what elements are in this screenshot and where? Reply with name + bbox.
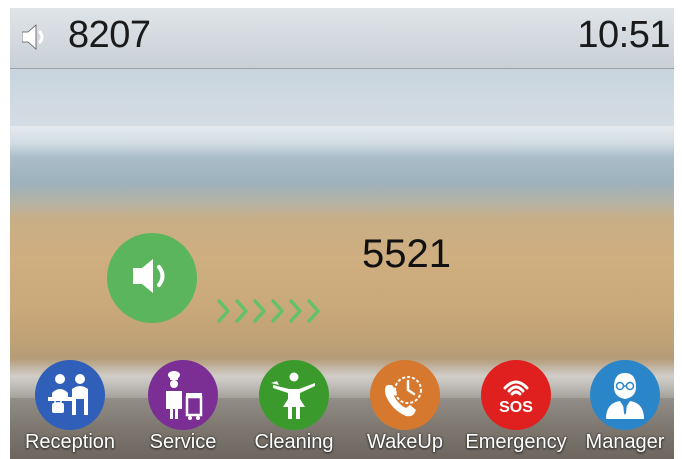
chevrons-icon [216, 298, 324, 331]
alarm-phone-icon [370, 360, 440, 430]
extension-number: 8207 [68, 14, 151, 56]
dock-label-emergency: Emergency [465, 431, 567, 453]
cleaning-icon [259, 360, 329, 430]
dock-label-cleaning: Cleaning [254, 431, 334, 453]
call-number: 5521 [362, 232, 451, 276]
dock-label-wakeup: WakeUp [367, 431, 443, 453]
dock-item-emergency[interactable]: SOS Emergency [461, 360, 571, 459]
dock-label-service: Service [149, 431, 217, 453]
dock-item-wakeup[interactable]: WakeUp [350, 360, 460, 459]
speaker-button[interactable] [107, 233, 197, 323]
sea-haze [10, 126, 674, 156]
clock: 10:51 [577, 14, 670, 56]
dock-item-reception[interactable]: Reception [15, 360, 125, 459]
status-bar: 8207 10:51 [10, 8, 674, 69]
speaker-icon [21, 23, 48, 51]
dock-label-manager: Manager [585, 431, 665, 453]
speaker-icon [129, 256, 175, 301]
dock-item-service[interactable]: Service [128, 360, 238, 459]
service-dock: Reception Service Cleaning WakeUp SOS Em… [10, 360, 674, 459]
manager-icon [590, 360, 660, 430]
dock-label-reception: Reception [24, 431, 116, 453]
sos-icon: SOS [481, 360, 551, 430]
phone-screen: 8207 10:51 5521 Reception Service Cleani… [10, 8, 674, 459]
svg-text:SOS: SOS [499, 399, 533, 416]
chef-icon [148, 360, 218, 430]
dock-item-cleaning[interactable]: Cleaning [239, 360, 349, 459]
reception-desk-icon [35, 360, 105, 430]
dock-item-manager[interactable]: Manager [570, 360, 674, 459]
